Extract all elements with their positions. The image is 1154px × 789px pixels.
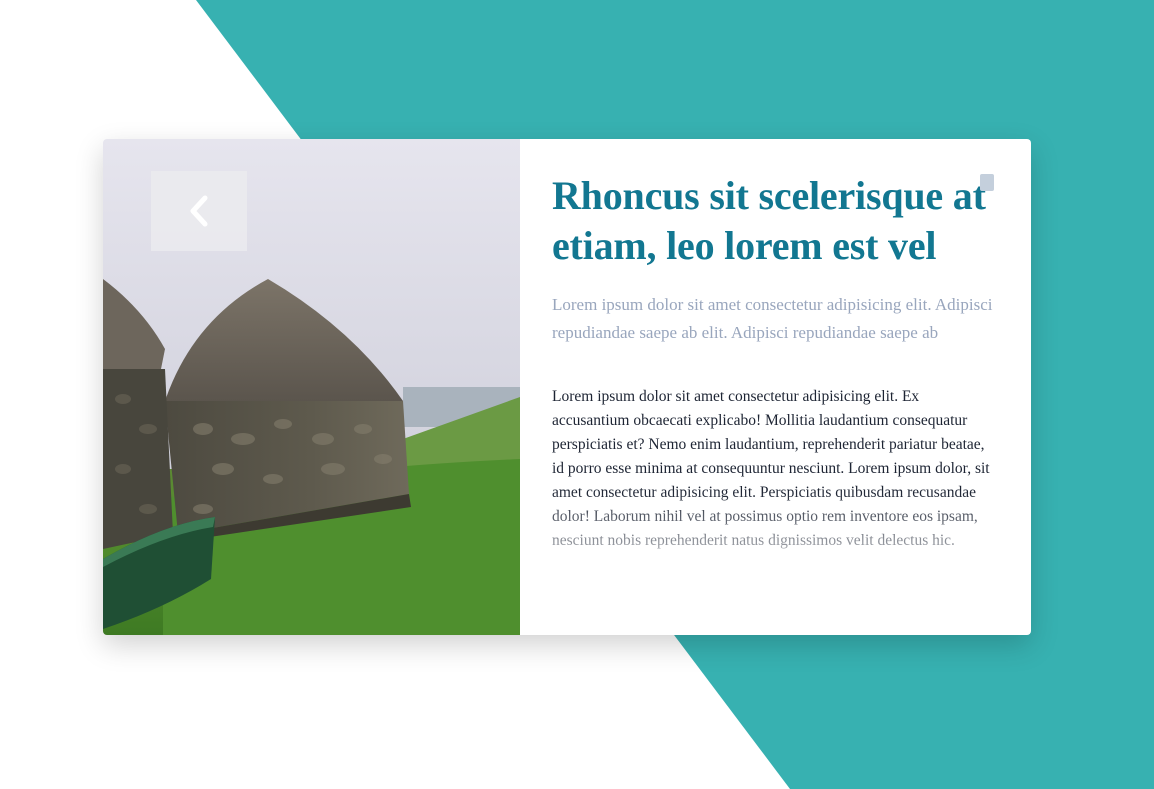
card-title: Rhoncus sit scelerisque at etiam, leo lo… xyxy=(552,173,986,268)
article-card: Rhoncus sit scelerisque at etiam, leo lo… xyxy=(103,139,1031,635)
card-content: Rhoncus sit scelerisque at etiam, leo lo… xyxy=(552,171,998,577)
chevron-left-icon xyxy=(190,195,208,227)
card-body-text: Lorem ipsum dolor sit amet consectetur a… xyxy=(552,388,990,549)
card-photo xyxy=(103,139,520,635)
prev-button[interactable] xyxy=(151,171,247,251)
card-subtitle: Lorem ipsum dolor sit amet consectetur a… xyxy=(552,295,993,342)
scrollbar-thumb[interactable] xyxy=(980,174,994,191)
